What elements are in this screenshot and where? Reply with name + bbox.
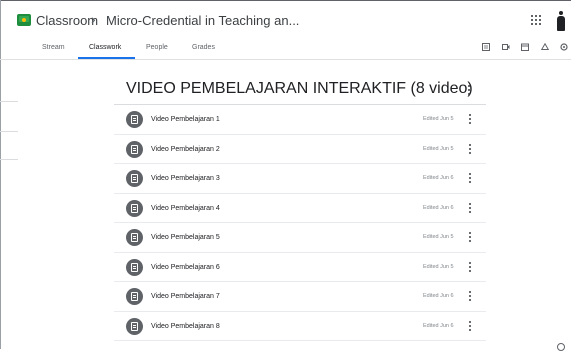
material-list: Video Pembelajaran 1 Edited Jun 5 Video … [114,105,486,341]
item-edited-date: Edited Jun 5 [423,145,454,152]
tab-people[interactable]: People [146,44,168,51]
more-options-icon[interactable] [469,114,472,124]
item-edited-date: Edited Jun 6 [423,293,454,299]
item-title[interactable]: Video Pembelajaran 2 [151,146,220,153]
tab-grades[interactable]: Grades [192,44,215,51]
more-options-icon[interactable] [469,173,472,183]
material-icon [126,229,143,246]
item-edited-date: Edited Jun 6 [423,175,454,181]
more-options-icon[interactable] [469,232,472,242]
breadcrumb-separator-icon: › [91,11,96,27]
more-options-icon[interactable] [469,261,472,272]
list-item[interactable]: Video Pembelajaran 4 Edited Jun 6 [114,194,486,223]
item-title[interactable]: Video Pembelajaran 6 [151,264,220,271]
side-divider [0,101,18,102]
active-tab-indicator [78,57,135,59]
drive-icon[interactable] [541,43,549,51]
material-icon [126,258,143,276]
item-edited-date: Edited Jun 5 [423,116,454,122]
forms-icon[interactable] [482,43,490,51]
item-edited-date: Edited Jun 6 [423,204,454,211]
settings-icon[interactable] [560,43,568,51]
item-title[interactable]: Video Pembelajaran 8 [151,323,220,330]
topic-header: VIDEO PEMBELAJARAN INTERAKTIF (8 video) [114,76,486,104]
material-icon [126,199,143,217]
list-item[interactable]: Video Pembelajaran 8 Edited Jun 6 [114,312,486,341]
list-item[interactable]: Video Pembelajaran 1 Edited Jun 5 [114,105,486,135]
classroom-logo-icon[interactable] [17,14,31,26]
more-options-icon[interactable] [469,143,472,154]
meet-icon[interactable] [502,43,510,51]
calendar-icon[interactable] [521,43,529,51]
item-title[interactable]: Video Pembelajaran 7 [151,293,220,300]
list-item[interactable]: Video Pembelajaran 5 Edited Jun 5 [114,223,486,253]
side-divider [0,131,18,132]
course-title[interactable]: Micro-Credential in Teaching an... [106,13,299,28]
tab-bar: Stream Classwork People Grades [0,37,571,60]
item-title[interactable]: Video Pembelajaran 1 [151,116,220,123]
more-options-icon[interactable] [469,320,472,331]
item-title[interactable]: Video Pembelajaran 3 [151,175,220,182]
material-icon [126,317,143,335]
more-options-icon[interactable] [469,291,472,301]
list-item[interactable]: Video Pembelajaran 2 Edited Jun 5 [114,135,486,164]
topic-more-options-icon[interactable] [468,85,472,97]
account-avatar[interactable] [556,11,566,31]
material-icon [126,288,143,305]
material-icon [126,140,143,158]
list-item[interactable]: Video Pembelajaran 6 Edited Jun 5 [114,253,486,282]
item-edited-date: Edited Jun 5 [423,263,454,270]
material-icon [126,111,143,128]
app-title[interactable]: Classroom [36,13,98,28]
item-title[interactable]: Video Pembelajaran 4 [151,205,220,212]
side-divider [0,159,18,160]
material-icon [126,170,143,187]
google-apps-icon[interactable] [531,15,541,25]
item-title[interactable]: Video Pembelajaran 5 [151,234,220,241]
more-options-icon[interactable] [469,202,472,213]
list-item[interactable]: Video Pembelajaran 7 Edited Jun 6 [114,282,486,312]
tab-classwork[interactable]: Classwork [89,44,121,51]
list-item[interactable]: Video Pembelajaran 3 Edited Jun 6 [114,164,486,194]
help-icon[interactable] [557,343,565,351]
item-edited-date: Edited Jun 5 [423,234,454,240]
app-header: Classroom › Micro-Credential in Teaching… [0,1,571,37]
topic-title: VIDEO PEMBELAJARAN INTERAKTIF (8 video) [126,80,473,97]
tab-stream[interactable]: Stream [42,44,65,51]
item-edited-date: Edited Jun 6 [423,322,454,329]
